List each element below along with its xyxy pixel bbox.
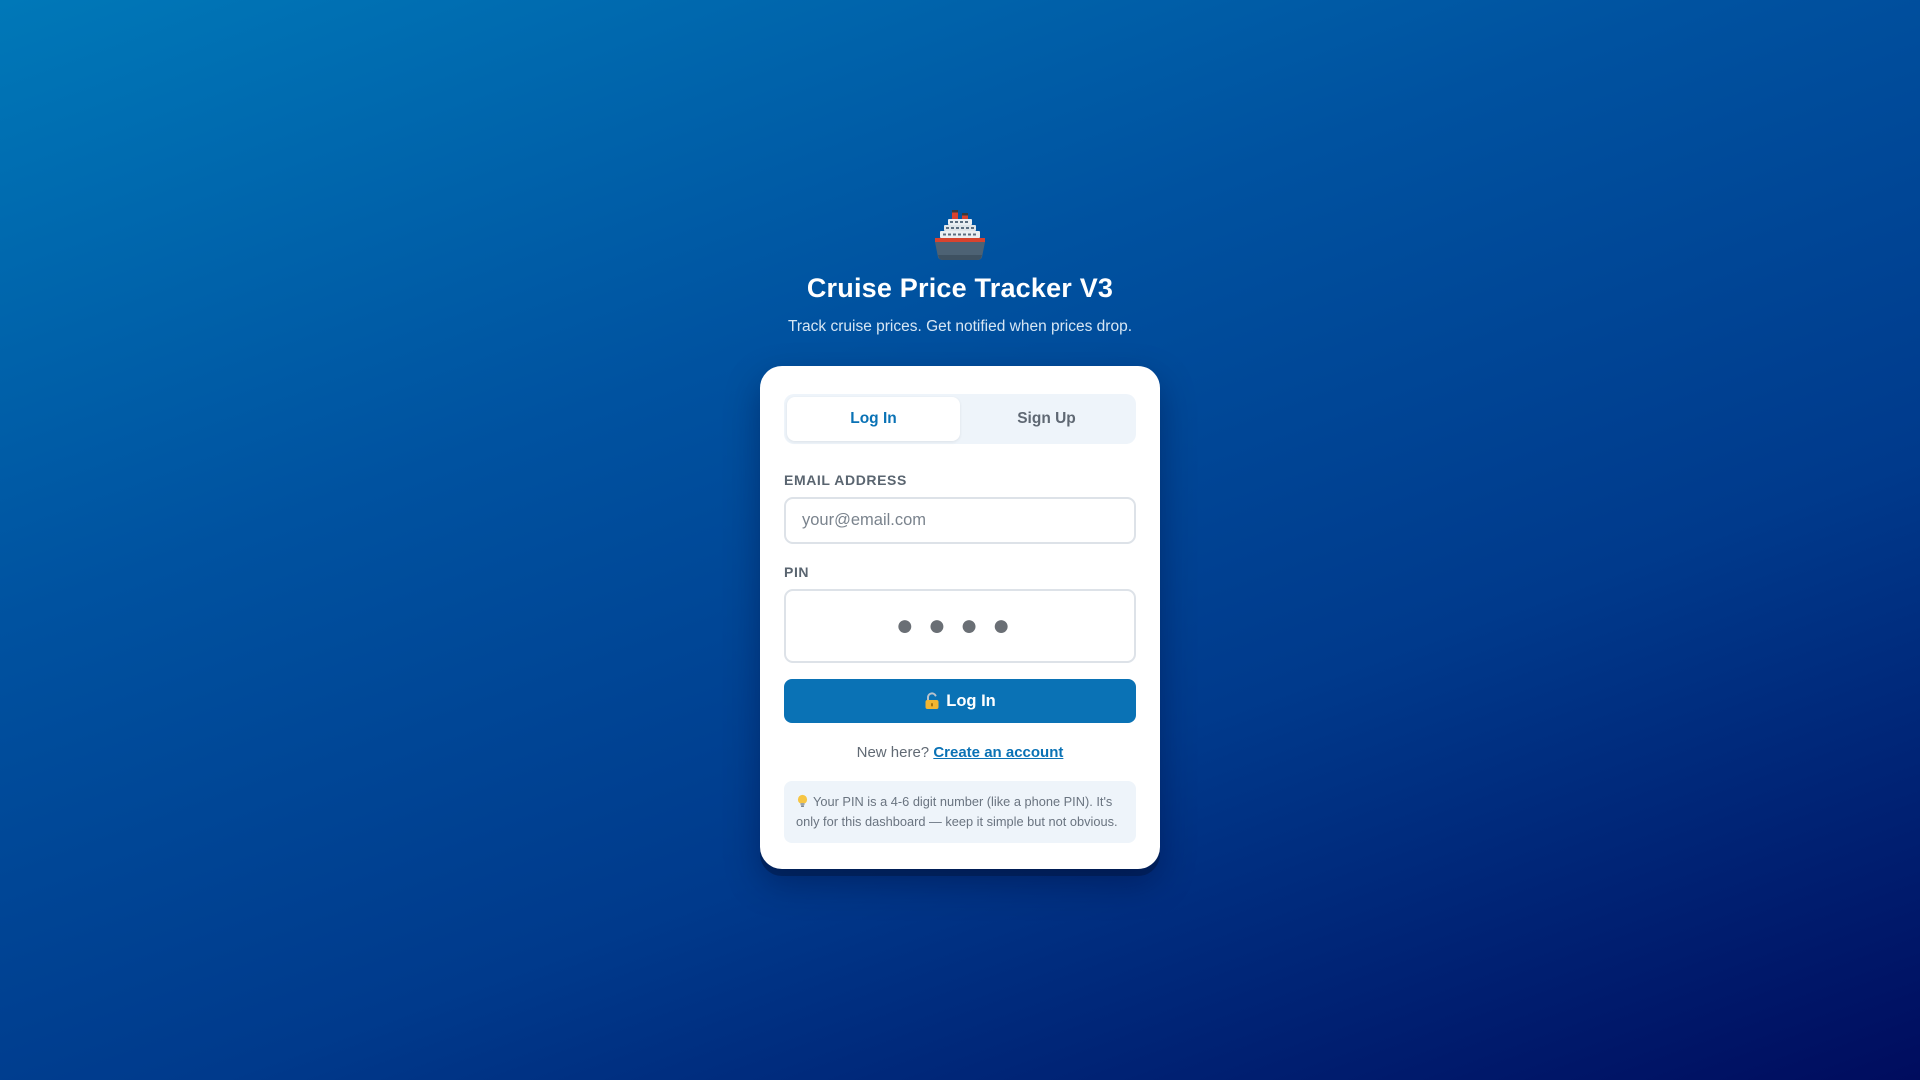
app-tagline: Track cruise prices. Get notified when p… <box>787 318 1132 335</box>
tab-sign-up[interactable]: Sign Up <box>960 397 1133 441</box>
login-card: Log In Sign Up EMAIL ADDRESS PIN Log In … <box>760 366 1160 869</box>
app-title: Cruise Price Tracker V3 <box>806 273 1114 303</box>
tab-log-in[interactable]: Log In <box>787 397 960 441</box>
signup-prompt-text: New here? <box>856 744 930 761</box>
app-header: Cruise Price Tracker V3 Track cruise pri… <box>0 205 1920 336</box>
auth-tabs: Log In Sign Up <box>784 394 1136 444</box>
create-account-link[interactable]: Create an account <box>933 744 1063 761</box>
cruise-ship-icon <box>935 210 985 260</box>
pin-tip: Your PIN is a 4-6 digit number (like a p… <box>784 781 1136 843</box>
pin-label: PIN <box>784 564 810 580</box>
lightbulb-icon <box>797 794 808 807</box>
email-label: EMAIL ADDRESS <box>784 472 907 488</box>
log-in-button[interactable]: Log In <box>784 679 1136 723</box>
pin-tip-text: Your PIN is a 4-6 digit number (like a p… <box>796 794 1118 829</box>
log-in-button-label: Log In <box>946 691 996 710</box>
pin-input[interactable] <box>784 589 1136 663</box>
email-input[interactable] <box>784 497 1136 544</box>
signup-prompt: New here? Create an account <box>784 744 1136 761</box>
lock-icon <box>925 692 939 709</box>
